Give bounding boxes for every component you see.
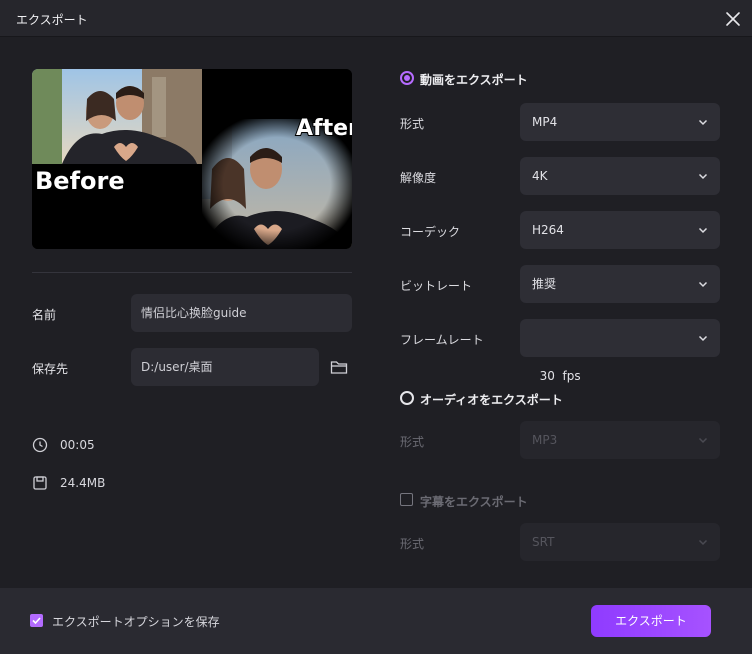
resolution-select[interactable]: 4K	[520, 157, 720, 195]
after-label: After	[296, 116, 352, 141]
folder-icon[interactable]	[330, 359, 348, 375]
save-options-label[interactable]: エクスポートオプションを保存	[52, 613, 220, 630]
checkmark-icon	[32, 617, 41, 625]
divider	[32, 272, 352, 273]
format-select[interactable]: MP4	[520, 103, 720, 141]
clock-icon	[32, 437, 48, 453]
audio-export-heading: オーディオをエクスポート	[420, 393, 563, 407]
chevron-down-icon	[698, 173, 708, 180]
audio-export-radio[interactable]	[400, 391, 414, 405]
subtitle-export-heading: 字幕をエクスポート	[420, 495, 528, 509]
framerate-select[interactable]: 30 fps	[520, 319, 720, 383]
video-export-radio[interactable]	[400, 71, 414, 85]
window-title: エクスポート	[16, 13, 88, 27]
before-label: Before	[35, 167, 125, 195]
resolution-label: 解像度	[400, 171, 437, 185]
chevron-down-icon	[698, 437, 708, 444]
audio-format-value: MP3	[532, 433, 558, 447]
format-value: MP4	[532, 115, 558, 129]
file-size-value: 24.4MB	[60, 476, 106, 490]
name-input[interactable]: 情侣比心换脸guide	[131, 294, 352, 332]
chevron-down-icon	[698, 119, 708, 126]
chevron-down-icon	[698, 539, 708, 546]
chevron-down-icon	[698, 281, 708, 288]
name-label: 名前	[32, 308, 57, 322]
preview-thumbnail: Before After	[32, 69, 352, 249]
subtitle-format-value: SRT	[532, 535, 555, 549]
title-bar: エクスポート	[0, 0, 752, 37]
framerate-label: フレームレート	[400, 333, 484, 347]
bitrate-label: ビットレート	[400, 279, 473, 293]
file-size-icon	[33, 476, 47, 490]
subtitle-format-select: SRT	[520, 523, 720, 561]
resolution-value: 4K	[532, 169, 548, 183]
save-options-checkbox[interactable]	[30, 614, 43, 627]
codec-label: コーデック	[400, 225, 461, 239]
bitrate-value: 推奨	[532, 277, 557, 291]
duration-value: 00:05	[60, 438, 95, 452]
export-button[interactable]: エクスポート	[591, 605, 711, 637]
video-export-heading: 動画をエクスポート	[420, 73, 528, 87]
subtitle-export-checkbox[interactable]	[400, 493, 413, 506]
save-location-label: 保存先	[32, 362, 69, 376]
subtitle-format-label: 形式	[400, 537, 425, 551]
bitrate-select[interactable]: 推奨	[520, 265, 720, 303]
video-preview: Before After	[32, 69, 352, 249]
framerate-value: 30 fps	[539, 369, 581, 383]
audio-format-select: MP3	[520, 421, 720, 459]
audio-format-label: 形式	[400, 435, 425, 449]
format-label: 形式	[400, 117, 425, 131]
codec-value: H264	[532, 223, 564, 237]
close-icon[interactable]	[722, 8, 744, 30]
chevron-down-icon	[698, 335, 708, 342]
save-location-input[interactable]: D:/user/桌面	[131, 348, 319, 386]
chevron-down-icon	[698, 227, 708, 234]
codec-select[interactable]: H264	[520, 211, 720, 249]
